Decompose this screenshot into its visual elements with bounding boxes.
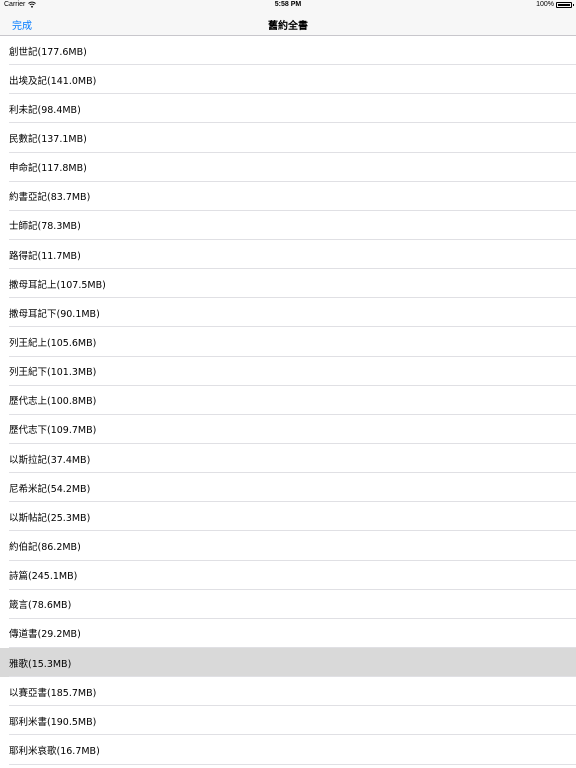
list-item-label: 傳道書(29.2MB) — [9, 629, 81, 641]
book-list[interactable]: 創世記(177.6MB) 出埃及記(141.0MB) 利未記(98.4MB) 民數記(… — [0, 36, 576, 768]
list-item-label: 約伯記(86.2MB) — [9, 541, 81, 553]
list-item-label: 雅歌(15.3MB) — [9, 658, 72, 670]
list-item[interactable]: 耶利米哀歌(16.7MB) — [0, 735, 576, 765]
list-item[interactable]: 約伯記(86.2MB) — [0, 531, 576, 561]
status-right: 100% — [536, 1, 574, 8]
list-item-label: 列王紀上(105.6MB) — [9, 337, 97, 349]
list-item-label: 路得記(11.7MB) — [9, 250, 81, 262]
list-item-label: 撒母耳記上(107.5MB) — [9, 279, 106, 291]
navigation-bar: 完成 舊約全書 — [0, 12, 576, 36]
list-item-label: 歷代志上(100.8MB) — [9, 396, 97, 408]
list-item-label: 創世記(177.6MB) — [9, 46, 87, 58]
list-item[interactable]: 傳道書(29.2MB) — [0, 618, 576, 649]
list-item[interactable]: 列王紀上(105.6MB) — [0, 327, 576, 357]
list-item[interactable]: 尼希米記(54.2MB) — [0, 473, 576, 503]
list-item-label: 撒母耳記下(90.1MB) — [9, 308, 100, 320]
list-item[interactable]: 路得記(11.7MB) — [0, 239, 576, 270]
list-item-label: 以斯帖記(25.3MB) — [9, 512, 91, 524]
list-item-label: 歷代志下(109.7MB) — [9, 425, 97, 437]
list-item-label: 以賽亞書(185.7MB) — [9, 687, 97, 699]
list-item-label: 以斯拉記(37.4MB) — [9, 454, 91, 466]
list-item-label: 列王紀下(101.3MB) — [9, 367, 97, 379]
list-item-label: 尼希米記(54.2MB) — [9, 483, 91, 495]
list-item[interactable]: 列王紀下(101.3MB) — [0, 356, 576, 386]
list-item[interactable]: 士師記(78.3MB) — [0, 210, 576, 241]
status-bar: Carrier 5:58 PM 100% — [0, 0, 576, 12]
list-item[interactable]: 撒母耳記上(107.5MB) — [0, 269, 576, 299]
battery-icon — [556, 1, 574, 8]
list-item[interactable]: 歷代志下(109.7MB) — [0, 414, 576, 445]
list-item-label: 士師記(78.3MB) — [9, 221, 81, 233]
list-item-label: 耶利米哀歌(16.7MB) — [9, 745, 100, 757]
list-item[interactable]: 民數記(137.1MB) — [0, 123, 576, 153]
list-item-label: 申命記(117.8MB) — [9, 163, 87, 175]
list-item-label: 約書亞記(83.7MB) — [9, 192, 91, 204]
list-item[interactable]: 以斯拉記(37.4MB) — [0, 443, 576, 474]
status-time: 5:58 PM — [274, 1, 302, 8]
list-item[interactable]: 約書亞記(83.7MB) — [0, 181, 576, 211]
list-item[interactable]: 申命記(117.8MB) — [0, 152, 576, 182]
list-item[interactable]: 創世記(177.6MB) — [0, 36, 576, 66]
list-item[interactable]: 耶利米書(190.5MB) — [0, 706, 576, 736]
list-item-label: 利未記(98.4MB) — [9, 104, 81, 116]
battery-fill — [558, 3, 570, 6]
list-item[interactable]: 出埃及記(141.0MB) — [0, 65, 576, 95]
list-item[interactable]: 撒母耳記下(90.1MB) — [0, 298, 576, 328]
list-item-label: 箴言(78.6MB) — [9, 600, 72, 612]
list-item[interactable]: 詩篇(245.1MB) — [0, 560, 576, 590]
list-item[interactable]: 歷代志上(100.8MB) — [0, 385, 576, 415]
list-item[interactable]: 雅歌(15.3MB) — [0, 647, 576, 678]
battery-percent: 100% — [536, 1, 554, 8]
list-item[interactable]: 箴言(78.6MB) — [0, 589, 576, 619]
list-item-label: 民數記(137.1MB) — [9, 133, 87, 145]
page-title: 舊約全書 — [268, 21, 308, 32]
list-item-label: 耶利米書(190.5MB) — [9, 716, 97, 728]
list-item[interactable]: 以賽亞書(185.7MB) — [0, 677, 576, 707]
list-item-label: 詩篇(245.1MB) — [9, 571, 78, 583]
list-item[interactable]: 利未記(98.4MB) — [0, 94, 576, 124]
list-item-label: 出埃及記(141.0MB) — [9, 75, 97, 87]
list-item[interactable]: 以斯帖記(25.3MB) — [0, 502, 576, 532]
